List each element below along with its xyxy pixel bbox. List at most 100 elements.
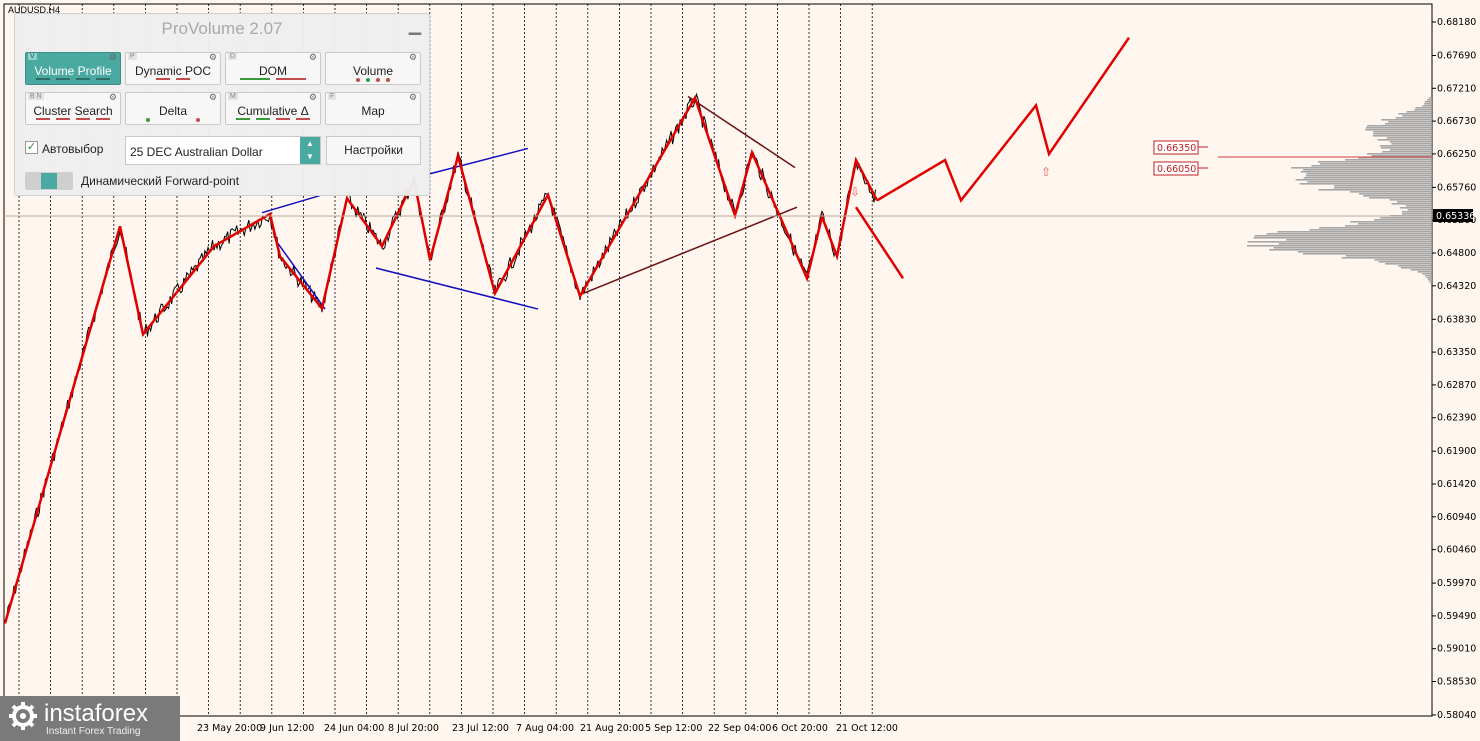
minimize-icon[interactable]: ▁ <box>409 16 421 36</box>
x-tick-label: 21 Oct 12:00 <box>836 723 898 734</box>
profile-bar <box>1266 233 1432 235</box>
contract-select[interactable]: 25 DEC Australian Dollar ▲ ▼ <box>125 136 321 165</box>
trendline-blue[interactable] <box>429 147 529 175</box>
profile-bar <box>1247 241 1432 243</box>
y-tick-label: 0.64800 <box>1437 248 1476 259</box>
profile-bar <box>1278 243 1432 245</box>
x-tick-label: 23 May 20:00 <box>197 723 262 734</box>
profile-bar <box>1374 259 1432 261</box>
profile-bar <box>1385 263 1432 265</box>
checkmark-icon: ✓ <box>26 141 37 153</box>
down-arrow-icon: ⇩ <box>850 185 860 199</box>
profile-bar <box>1398 113 1432 115</box>
trendline-blue[interactable] <box>375 267 539 310</box>
zigzag-projection-down <box>854 206 905 279</box>
cumulative-delta-label: Cumulative Δ <box>237 104 309 118</box>
profile-bar <box>1247 245 1432 247</box>
settings-button[interactable]: Настройки <box>326 136 421 165</box>
y-tick-label: 0.67210 <box>1437 83 1476 94</box>
profile-bar <box>1402 115 1432 117</box>
y-tick-label: 0.59970 <box>1437 578 1476 589</box>
profile-bar <box>1286 239 1432 241</box>
provolume-panel[interactable]: ProVolume 2.07 ▁ V ⚙ Volume Profile P ⚙ … <box>14 13 430 196</box>
profile-bar <box>1424 101 1432 103</box>
profile-bar <box>1269 249 1432 251</box>
profile-bar <box>1380 217 1432 219</box>
profile-bar <box>1381 119 1432 121</box>
gear-icon[interactable]: ⚙ <box>309 52 317 63</box>
profile-bar <box>1395 117 1432 119</box>
profile-bar <box>1407 209 1432 211</box>
y-tick-label: 0.67690 <box>1437 50 1476 61</box>
profile-bar <box>1379 145 1432 147</box>
indicator-marks <box>332 78 414 82</box>
volume-label: Volume <box>352 64 394 78</box>
cluster-search-label: Cluster Search <box>33 104 113 118</box>
profile-bar <box>1380 147 1432 149</box>
up-arrow-icon: ⇧ <box>1041 165 1051 179</box>
y-tick-label: 0.62390 <box>1437 413 1476 424</box>
y-tick-label: 0.66250 <box>1437 149 1476 160</box>
dynamic-poc-button[interactable]: P ⚙ Dynamic POC <box>125 52 221 85</box>
profile-bar <box>1402 211 1432 213</box>
profile-bar <box>1406 111 1432 113</box>
gear-icon[interactable]: ⚙ <box>109 92 117 103</box>
x-tick-label: 6 Oct 20:00 <box>772 723 828 734</box>
hotkey-d: D <box>228 53 238 60</box>
y-tick-label: 0.63350 <box>1437 347 1476 358</box>
profile-bar <box>1306 173 1432 175</box>
profile-bar <box>1369 197 1432 199</box>
profile-bar <box>1388 121 1432 123</box>
x-tick-label: 7 Aug 04:00 <box>516 723 574 734</box>
gear-icon[interactable]: ⚙ <box>209 52 217 63</box>
profile-bar <box>1389 149 1432 151</box>
gear-icon[interactable]: ⚙ <box>309 92 317 103</box>
x-tick-label: 5 Sep 12:00 <box>645 723 702 734</box>
gear-icon[interactable]: ⚙ <box>209 92 217 103</box>
profile-bar <box>1422 105 1432 107</box>
profile-bar <box>1401 213 1432 215</box>
current-price-label: 0.65336 <box>1436 211 1475 222</box>
volume-profile-label: Volume Profile <box>34 64 112 78</box>
gear-icon[interactable]: ⚙ <box>409 52 417 63</box>
trendline-brown[interactable] <box>687 95 796 169</box>
trendline-brown[interactable] <box>579 206 798 296</box>
profile-bar <box>1357 223 1432 225</box>
profile-bar <box>1373 133 1432 135</box>
level-tag-lower[interactable]: 0.66050 <box>1153 161 1208 176</box>
level-tag-upper[interactable]: 0.66350 <box>1153 140 1208 155</box>
logo-tagline: Instant Forex Trading <box>46 726 141 737</box>
profile-bar <box>1300 171 1432 173</box>
profile-bar <box>1299 183 1432 185</box>
volume-button[interactable]: ⚙ Volume <box>325 52 421 85</box>
profile-bar <box>1273 247 1432 249</box>
profile-bar <box>1254 235 1432 237</box>
map-button[interactable]: F ⚙ Map <box>325 92 421 125</box>
auto-select-checkbox[interactable]: ✓ <box>25 141 38 154</box>
hotkey-f: F <box>328 93 337 100</box>
trendline-blue[interactable] <box>261 194 321 214</box>
x-tick-label: 23 Jul 12:00 <box>452 723 509 734</box>
gear-icon[interactable]: ⚙ <box>109 52 117 63</box>
dom-button[interactable]: D ⚙ DOM <box>225 52 321 85</box>
cumulative-delta-button[interactable]: M ⚙ Cumulative Δ <box>225 92 321 125</box>
logo-brand: instaforex <box>44 700 149 727</box>
profile-bar <box>1291 167 1432 169</box>
profile-bar <box>1345 255 1432 257</box>
forward-point-toggle[interactable] <box>25 172 73 190</box>
indicator-marks <box>232 78 314 81</box>
delta-button[interactable]: ⚙ Delta <box>125 92 221 125</box>
y-tick-label: 0.60460 <box>1437 545 1476 556</box>
hotkey-p: P <box>128 53 137 60</box>
volume-profile-button[interactable]: V ⚙ Volume Profile <box>25 52 121 85</box>
dynamic-poc-label: Dynamic POC <box>134 64 211 78</box>
cluster-search-button[interactable]: B N ⚙ Cluster Search <box>25 92 121 125</box>
profile-bar <box>1303 177 1432 179</box>
profile-bar <box>1345 159 1432 161</box>
profile-bar <box>1386 137 1432 139</box>
profile-bar <box>1333 187 1432 189</box>
profile-bar <box>1372 135 1432 137</box>
gear-icon[interactable]: ⚙ <box>409 92 417 103</box>
spinner-arrows-icon[interactable]: ▲ ▼ <box>300 137 320 164</box>
trendline-blue[interactable] <box>274 238 326 310</box>
